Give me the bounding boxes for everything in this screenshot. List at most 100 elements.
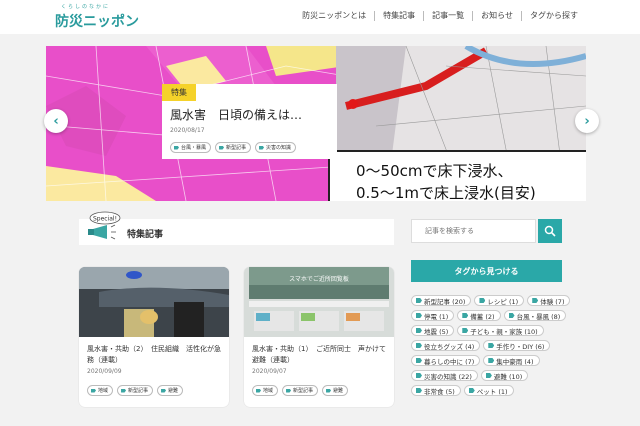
tag-label: 役立ちグッズ (4): [424, 342, 475, 351]
map-caption-line2: 0.5〜1mで床上浸水(目安): [356, 184, 536, 201]
tag-chip[interactable]: 新型記事: [282, 385, 319, 396]
tag-icon: [508, 313, 515, 318]
tag-label: 災害の知識 (22): [424, 372, 472, 381]
tag-icon: [219, 145, 225, 150]
tag-chip[interactable]: 地域: [252, 385, 279, 396]
tag-item[interactable]: 子ども・親・家族 (10): [457, 325, 544, 336]
search-button[interactable]: [538, 219, 562, 243]
tag-chip[interactable]: 地域: [87, 385, 114, 396]
chevron-left-icon: ‹: [53, 113, 59, 129]
tag-label: 体験 (7): [540, 297, 565, 306]
tag-item[interactable]: 避難 (10): [480, 370, 529, 381]
map-caption: 0〜50cmで床下浸水、 0.5〜1mで床上浸水(目安): [328, 150, 586, 201]
tag-label: 災害の知識: [266, 145, 292, 151]
tag-label: 地域: [98, 388, 109, 394]
tag-chip[interactable]: 新型記事: [117, 385, 154, 396]
tag-item[interactable]: 停電 (1): [411, 310, 455, 321]
nav-about[interactable]: 防災ニッポンとは: [294, 11, 376, 21]
tag-icon: [161, 388, 167, 393]
nav-articles[interactable]: 記事一覧: [424, 11, 474, 21]
tag-icon: [416, 298, 422, 303]
tag-chip[interactable]: 新型記事: [215, 142, 252, 153]
tag-item[interactable]: 台風・暴風 (8): [503, 310, 567, 321]
tag-label: 避難: [168, 388, 179, 394]
article-title[interactable]: 風水害・共助（1） ご近所同士 声かけて避難（連載）: [252, 344, 392, 366]
tag-icon: [485, 373, 492, 378]
search-input[interactable]: [412, 220, 535, 242]
tag-item[interactable]: 災害の知識 (22): [411, 370, 478, 381]
tag-label: 新型記事: [293, 388, 314, 394]
megaphone-icon: Special!: [88, 211, 121, 240]
tag-label: ペット (1): [476, 387, 508, 396]
tag-label: 子ども・親・家族 (10): [470, 327, 538, 336]
tag-item[interactable]: 暮らしの中に (7): [411, 355, 481, 366]
tag-label: 新型記事 (20): [424, 297, 466, 306]
featured-article-title[interactable]: 風水害 日頃の備えは…: [170, 106, 302, 123]
nav-features[interactable]: 特集記事: [375, 11, 425, 21]
tag-icon: [174, 145, 179, 150]
tag-item[interactable]: 備蓄 (2): [457, 310, 501, 321]
search-box: [411, 219, 536, 243]
tag-label: 備蓄 (2): [470, 312, 495, 321]
section-title: 特集記事: [127, 230, 164, 240]
tag-label: 新型記事: [128, 388, 149, 394]
feature-label: 特集: [162, 84, 196, 101]
article-date: 2020/09/07: [252, 368, 287, 375]
tag-item[interactable]: 集中豪雨 (4): [483, 355, 540, 366]
tag-cloud: 新型記事 (20) レシピ (1) 体験 (7) 停電 (1) 備蓄 (2) 台…: [411, 295, 571, 396]
carousel-prev-button[interactable]: ‹: [44, 109, 68, 133]
tag-item[interactable]: 新型記事 (20): [411, 295, 472, 306]
search-icon: [544, 225, 556, 237]
carousel-next-button[interactable]: ›: [575, 109, 599, 133]
tag-chip[interactable]: 台風・暴風: [170, 142, 212, 153]
tag-icon: [532, 298, 539, 303]
tag-icon: [121, 388, 127, 393]
chevron-right-icon: ›: [584, 113, 590, 129]
tag-item[interactable]: レシピ (1): [474, 295, 525, 306]
tag-item[interactable]: 非常食 (5): [411, 385, 461, 396]
featured-article-date: 2020/08/17: [170, 127, 205, 134]
tag-chip[interactable]: 災害の知識: [255, 142, 297, 153]
tag-item[interactable]: 役立ちグッズ (4): [411, 340, 481, 351]
tag-item[interactable]: 体験 (7): [527, 295, 571, 306]
tag-icon: [256, 388, 261, 393]
map-caption-line1: 0〜50cmで床下浸水、: [356, 162, 513, 180]
tag-item[interactable]: 地震 (5): [411, 325, 455, 336]
tag-label: 台風・暴風: [181, 145, 207, 151]
tag-icon: [462, 313, 469, 318]
tag-label: 停電 (1): [424, 312, 449, 321]
article-thumbnail: スマホでご近所回覧板: [244, 267, 394, 337]
tag-icon: [488, 343, 495, 348]
tag-label: 手作り・DIY (6): [496, 342, 545, 351]
tag-icon: [286, 388, 292, 393]
special-badge: Special!: [93, 216, 117, 223]
tag-chip[interactable]: 避難: [322, 385, 349, 396]
tag-label: 暮らしの中に (7): [424, 357, 475, 366]
nav-tags[interactable]: タグから探す: [522, 11, 586, 21]
tag-icon: [416, 388, 422, 393]
tag-icon: [462, 328, 469, 333]
featured-section-heading: Special! 特集記事: [79, 211, 394, 245]
tag-icon: [488, 358, 495, 363]
article-title[interactable]: 風水害・共助（2） 住民組織 活性化が急務（連載）: [87, 344, 227, 366]
tag-chip[interactable]: 避難: [157, 385, 184, 396]
tag-item[interactable]: ペット (1): [463, 385, 514, 396]
article-thumbnail: [79, 267, 229, 337]
article-card[interactable]: スマホでご近所回覧板 風水害・共助（1） ご近所同士 声かけて避難（連載） 20…: [244, 267, 394, 407]
article-tags: 地域 新型記事 避難: [252, 385, 349, 396]
featured-article-card[interactable]: 特集 風水害 日頃の備えは… 2020/08/17 台風・暴風 新型記事 災害の…: [162, 84, 337, 159]
featured-article-tags: 台風・暴風 新型記事 災害の知識: [170, 142, 297, 153]
tag-icon: [416, 358, 422, 363]
tag-label: 集中豪雨 (4): [496, 357, 534, 366]
tag-label: 地震 (5): [424, 327, 449, 336]
tag-label: 避難: [333, 388, 344, 394]
nav-news[interactable]: お知らせ: [473, 11, 522, 21]
tag-label: 非常食 (5): [424, 387, 455, 396]
article-card[interactable]: 風水害・共助（2） 住民組織 活性化が急務（連載） 2020/09/09 地域 …: [79, 267, 229, 407]
tag-icon: [416, 313, 422, 318]
tag-label: 新型記事: [226, 145, 247, 151]
tag-icon: [416, 373, 422, 378]
tag-icon: [468, 388, 475, 393]
tag-icon: [326, 388, 332, 393]
tag-item[interactable]: 手作り・DIY (6): [483, 340, 551, 351]
